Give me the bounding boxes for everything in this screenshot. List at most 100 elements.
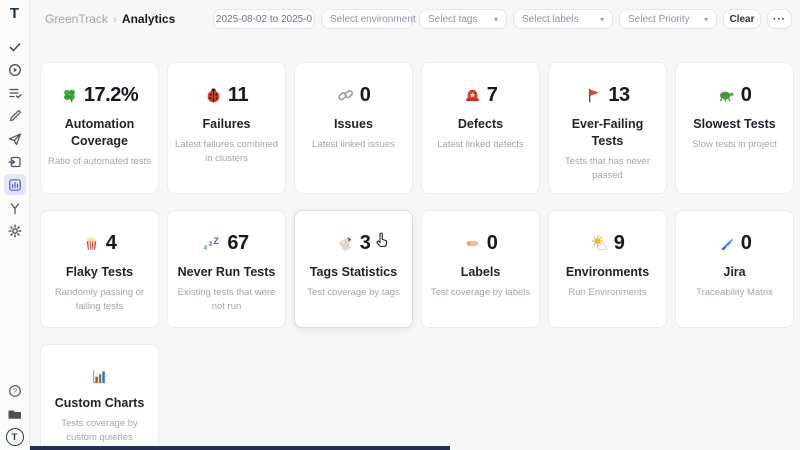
card-value: 7 xyxy=(487,84,498,107)
card-value: 13 xyxy=(608,84,629,107)
link-icon xyxy=(337,87,354,104)
launches-plane-icon[interactable] xyxy=(4,128,26,149)
card-title: Slowest Tests xyxy=(683,116,786,133)
card-description: Test coverage by tags xyxy=(302,286,405,300)
branches-icon[interactable] xyxy=(4,197,26,218)
profile-avatar[interactable]: T xyxy=(6,428,24,446)
ladybug-icon xyxy=(205,87,222,104)
beacon-icon xyxy=(464,87,481,104)
labels-select[interactable]: Select labels ▾ xyxy=(513,9,613,29)
card-custom-charts[interactable]: Custom Charts Tests coverage by custom q… xyxy=(40,344,159,450)
card-title: Labels xyxy=(429,264,532,281)
turtle-icon xyxy=(718,87,735,104)
card-description: Randomly passing or failing tests xyxy=(48,286,151,315)
card-title: Defects xyxy=(429,116,532,133)
jira-icon xyxy=(718,235,735,252)
card-value: 3 xyxy=(360,232,371,255)
card-value: 0 xyxy=(360,84,371,107)
more-options-button[interactable]: ··· xyxy=(767,9,792,29)
card-value: 0 xyxy=(741,232,752,255)
card-title: Issues xyxy=(302,116,405,133)
clear-button[interactable]: Clear xyxy=(723,9,761,29)
card-title: Flaky Tests xyxy=(48,264,151,281)
breadcrumb: GreenTrack › Analytics xyxy=(45,12,175,26)
chevron-down-icon: ▾ xyxy=(704,15,708,24)
date-range-value: 2025-08-02 to 2025-0 xyxy=(216,14,312,25)
progress-bar xyxy=(30,446,450,450)
svg-text:?: ? xyxy=(12,386,16,395)
zzz-icon: zzZ xyxy=(204,235,221,252)
filter-bar: 2025-08-02 to 2025-0 Select environment … xyxy=(213,9,792,29)
card-value: 0 xyxy=(741,84,752,107)
card-failures[interactable]: 11 Failures Latest failures combined in … xyxy=(167,62,286,194)
card-title: Automation Coverage xyxy=(48,116,151,150)
sidebar: T ? T xyxy=(0,0,30,450)
card-title: Jira xyxy=(683,264,786,281)
card-defects[interactable]: 7 Defects Latest linked defects xyxy=(421,62,540,194)
card-description: Latest linked defects xyxy=(429,138,532,152)
card-description: Existing tests that were not run xyxy=(175,286,278,315)
priority-select[interactable]: Select Priority ▾ xyxy=(619,9,717,29)
card-description: Slow tests in project xyxy=(683,138,786,152)
analytics-card-grid: 17.2% Automation Coverage Ratio of autom… xyxy=(40,62,794,450)
card-ever-failing-tests[interactable]: 13 Ever-Failing Tests Tests that has nev… xyxy=(548,62,667,194)
tests-check-icon[interactable] xyxy=(4,36,26,57)
card-title: Ever-Failing Tests xyxy=(556,116,659,150)
tag-icon xyxy=(337,235,354,252)
card-tags-statistics[interactable]: 3 Tags Statistics Test coverage by tags xyxy=(294,210,413,328)
card-value: 67 xyxy=(227,232,248,255)
card-description: Tests coverage by custom quieries xyxy=(48,417,151,446)
card-title: Never Run Tests xyxy=(175,264,278,281)
date-range-button[interactable]: 2025-08-02 to 2025-0 xyxy=(213,9,315,29)
card-title: Failures xyxy=(175,116,278,133)
card-value: 0 xyxy=(487,232,498,255)
runs-play-icon[interactable] xyxy=(4,59,26,80)
card-value: 17.2% xyxy=(84,84,138,107)
projects-folder-icon[interactable] xyxy=(4,403,26,424)
clover-icon xyxy=(61,87,78,104)
card-description: Latest failures combined in clusters xyxy=(175,138,278,167)
card-description: Tests that has never passed xyxy=(556,155,659,184)
environment-placeholder: Select environment xyxy=(330,14,416,25)
labels-placeholder: Select labels xyxy=(522,14,579,25)
svg-text:Z: Z xyxy=(214,236,220,246)
editor-pencil-icon[interactable] xyxy=(4,105,26,126)
card-never-run-tests[interactable]: zzZ 67 Never Run Tests Existing tests th… xyxy=(167,210,286,328)
plans-list-icon[interactable] xyxy=(4,82,26,103)
settings-gear-icon[interactable] xyxy=(4,220,26,241)
label-icon xyxy=(464,235,481,252)
card-automation-coverage[interactable]: 17.2% Automation Coverage Ratio of autom… xyxy=(40,62,159,194)
sun-cloud-icon xyxy=(591,235,608,252)
svg-text:z: z xyxy=(209,239,213,248)
app-logo[interactable]: T xyxy=(10,5,19,22)
card-value: 11 xyxy=(228,84,248,107)
card-description: Ratio of automated tests xyxy=(48,155,151,169)
environment-select[interactable]: Select environment ▾ xyxy=(321,9,413,29)
chevron-down-icon: ▾ xyxy=(600,15,604,24)
card-description: Latest linked issues xyxy=(302,138,405,152)
breadcrumb-project[interactable]: GreenTrack xyxy=(45,12,108,26)
tags-select[interactable]: Select tags ▾ xyxy=(419,9,507,29)
help-icon[interactable]: ? xyxy=(4,380,26,401)
card-title: Custom Charts xyxy=(48,395,151,412)
card-slowest-tests[interactable]: 0 Slowest Tests Slow tests in project xyxy=(675,62,794,194)
chevron-down-icon: ▾ xyxy=(494,15,498,24)
popcorn-icon xyxy=(83,235,100,252)
card-labels[interactable]: 0 Labels Test coverage by labels xyxy=(421,210,540,328)
import-box-icon[interactable] xyxy=(4,151,26,172)
card-description: Run Environments xyxy=(556,286,659,300)
card-value: 4 xyxy=(106,232,117,255)
tags-placeholder: Select tags xyxy=(428,14,477,25)
card-environments[interactable]: 9 Environments Run Environments xyxy=(548,210,667,328)
card-title: Environments xyxy=(556,264,659,281)
card-jira[interactable]: 0 Jira Traceability Matrix xyxy=(675,210,794,328)
bar-chart-icon xyxy=(91,368,108,385)
svg-text:z: z xyxy=(204,244,207,251)
card-issues[interactable]: 0 Issues Latest linked issues xyxy=(294,62,413,194)
breadcrumb-page-title: Analytics xyxy=(122,12,175,26)
card-flaky-tests[interactable]: 4 Flaky Tests Randomly passing or failin… xyxy=(40,210,159,328)
header: GreenTrack › Analytics 2025-08-02 to 202… xyxy=(30,0,800,32)
analytics-chart-icon[interactable] xyxy=(4,174,26,195)
card-value: 9 xyxy=(614,232,625,255)
flag-icon xyxy=(585,87,602,104)
